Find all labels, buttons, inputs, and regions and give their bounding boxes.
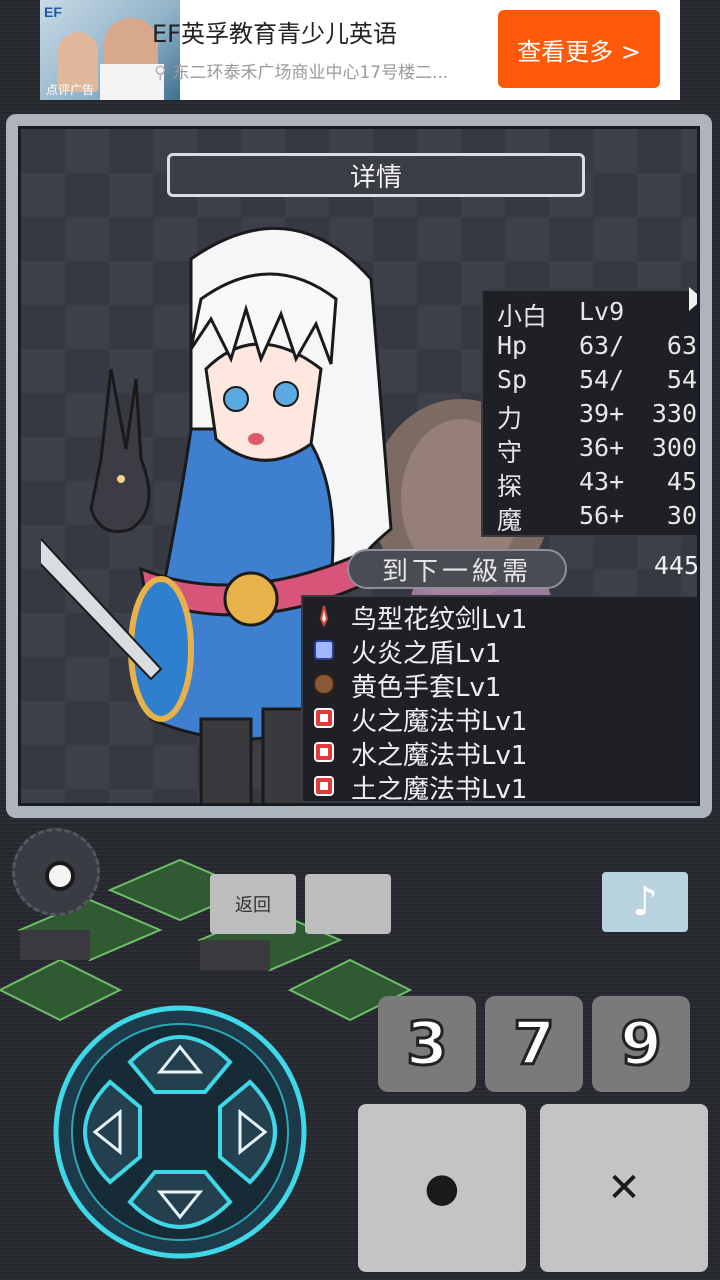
spellbook-icon — [314, 742, 334, 762]
ad-tag: 点评广告 — [46, 83, 95, 97]
shield-icon — [314, 640, 334, 660]
stat-value: 63/ — [579, 331, 625, 360]
cancel-x-icon: ✕ — [607, 1165, 641, 1211]
ad-address-text: 东二环泰禾广场商业中心17号楼二... — [172, 63, 449, 83]
stat-label: 小白 — [497, 302, 548, 331]
stat-label: 探 — [497, 472, 523, 501]
ad-more-button[interactable]: 查看更多 > — [498, 10, 660, 88]
equipment-name: 火炎之盾Lv1 — [351, 639, 502, 669]
stat-max: 30 — [666, 501, 697, 530]
stat-max: 330 — [651, 399, 697, 428]
ad-banner[interactable]: EF 点评广告 EF英孚教育青少儿英语 ⚲ 东二环泰禾广场商业中心17号楼二...… — [40, 0, 680, 100]
stats-box: 小白 Lv9 Hp 63/63 Sp 54/54 力 39+ 330 守 36+ 300 探 4… — [481, 289, 697, 537]
stat-max: 45 — [666, 467, 697, 496]
equipment-item[interactable]: 土之魔法书Lv1 — [309, 769, 697, 805]
ad-title: EF英孚教育青少儿英语 — [152, 20, 397, 48]
stat-max: 300 — [651, 433, 697, 462]
stat-value: Lv9 — [579, 297, 625, 326]
equipment-item[interactable]: 火炎之盾Lv1 — [309, 633, 697, 669]
dpad — [53, 1005, 307, 1259]
blank-button[interactable] — [305, 874, 391, 934]
equipment-name: 火之魔法书Lv1 — [351, 707, 528, 737]
key-7-button[interactable]: 7 — [485, 996, 583, 1092]
stat-label: Sp — [497, 365, 528, 394]
back-button[interactable]: 返回 — [210, 874, 296, 934]
confirm-button[interactable]: ● — [358, 1104, 526, 1272]
equipment-item[interactable]: 黄色手套Lv1 — [309, 667, 697, 703]
equipment-list: 鸟型花纹剑Lv1 火炎之盾Lv1 黄色手套Lv1 火之魔法书Lv1 水之魔法书L… — [301, 595, 697, 805]
gear-hole — [45, 861, 75, 891]
ad-logo: EF — [44, 4, 62, 20]
spellbook-icon — [314, 708, 334, 728]
stat-label: 守 — [497, 438, 523, 467]
stat-max: 63 — [666, 331, 697, 360]
stat-value: 39+ — [579, 399, 625, 428]
spellbook-icon — [314, 776, 334, 796]
stat-row: 探 43+ 45 — [497, 467, 697, 501]
panel-title: 详情 — [167, 153, 585, 197]
stat-max: 54 — [666, 365, 697, 394]
stat-value: 56+ — [579, 501, 625, 530]
sword-icon — [319, 605, 329, 627]
music-toggle-button[interactable]: ♪ — [602, 872, 688, 932]
location-pin-icon: ⚲ — [154, 63, 167, 83]
stat-label: 力 — [497, 404, 523, 433]
glove-icon — [313, 673, 335, 695]
confirm-dot-icon: ● — [424, 1165, 460, 1211]
key-3-button[interactable]: 3 — [378, 996, 476, 1092]
key-9-button[interactable]: 9 — [592, 996, 690, 1092]
stat-row: 守 36+ 300 — [497, 433, 697, 467]
stat-label: Hp — [497, 331, 528, 360]
ad-address: ⚲ 东二环泰禾广场商业中心17号楼二... — [154, 58, 448, 83]
stat-value: 36+ — [579, 433, 625, 462]
stat-label: 魔 — [497, 506, 523, 535]
detail-panel-inner: 详情 小白 Lv9 Hp 63/63 Sp 54/54 力 39+ 330 守 36+ 300… — [18, 126, 700, 806]
equipment-item[interactable]: 鸟型花纹剑Lv1 — [309, 599, 697, 635]
next-character-arrow-icon[interactable] — [689, 287, 697, 311]
equipment-name: 水之魔法书Lv1 — [351, 741, 528, 771]
equipment-name: 鸟型花纹剑Lv1 — [351, 605, 528, 635]
stat-value: 43+ — [579, 467, 625, 496]
stat-row: Sp 54/54 — [497, 365, 697, 399]
settings-gear-icon[interactable] — [12, 828, 100, 916]
cancel-button[interactable]: ✕ — [540, 1104, 708, 1272]
stat-row: 魔 56+ 30 — [497, 501, 697, 535]
stat-value: 54/ — [579, 365, 625, 394]
equipment-name: 黄色手套Lv1 — [351, 673, 502, 703]
detail-panel: 详情 小白 Lv9 Hp 63/63 Sp 54/54 力 39+ 330 守 36+ 300… — [6, 114, 712, 818]
next-level-value: 445 — [653, 551, 699, 580]
stat-row: 小白 Lv9 — [497, 297, 697, 331]
equipment-item[interactable]: 水之魔法书Lv1 — [309, 735, 697, 771]
next-level-label: 到下一級需 — [347, 549, 567, 589]
equipment-item[interactable]: 火之魔法书Lv1 — [309, 701, 697, 737]
equipment-name: 土之魔法书Lv1 — [351, 775, 528, 805]
stat-row: Hp 63/63 — [497, 331, 697, 365]
stat-row: 力 39+ 330 — [497, 399, 697, 433]
